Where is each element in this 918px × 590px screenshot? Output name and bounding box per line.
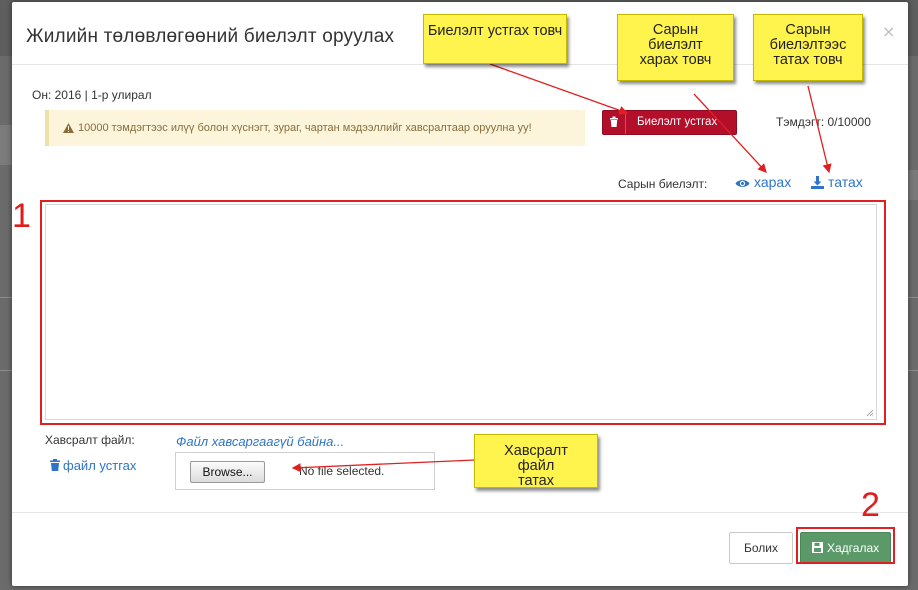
arrow-view [693, 93, 767, 173]
note-attach-file: Хавсралт файл татах [474, 434, 598, 489]
note-delete-button: Биелэлт устгах товч [423, 14, 567, 64]
note-download-text: Сарын биелэлтээс татах товч [769, 22, 847, 68]
arrow-attach [291, 459, 476, 473]
note-delete-text: Биелэлт устгах товч [427, 23, 563, 39]
arrow-delete [489, 63, 629, 115]
annotation-arrows [291, 63, 832, 473]
arrow-download [807, 85, 832, 174]
note-download-button: Сарын биелэлтээс татах товч [753, 14, 863, 81]
note-attach-text: Хавсралт файл татах [504, 443, 568, 489]
note-view-text: Сарын биелэлт харах товч [639, 22, 712, 68]
note-view-button: Сарын биелэлт харах товч [617, 14, 734, 81]
